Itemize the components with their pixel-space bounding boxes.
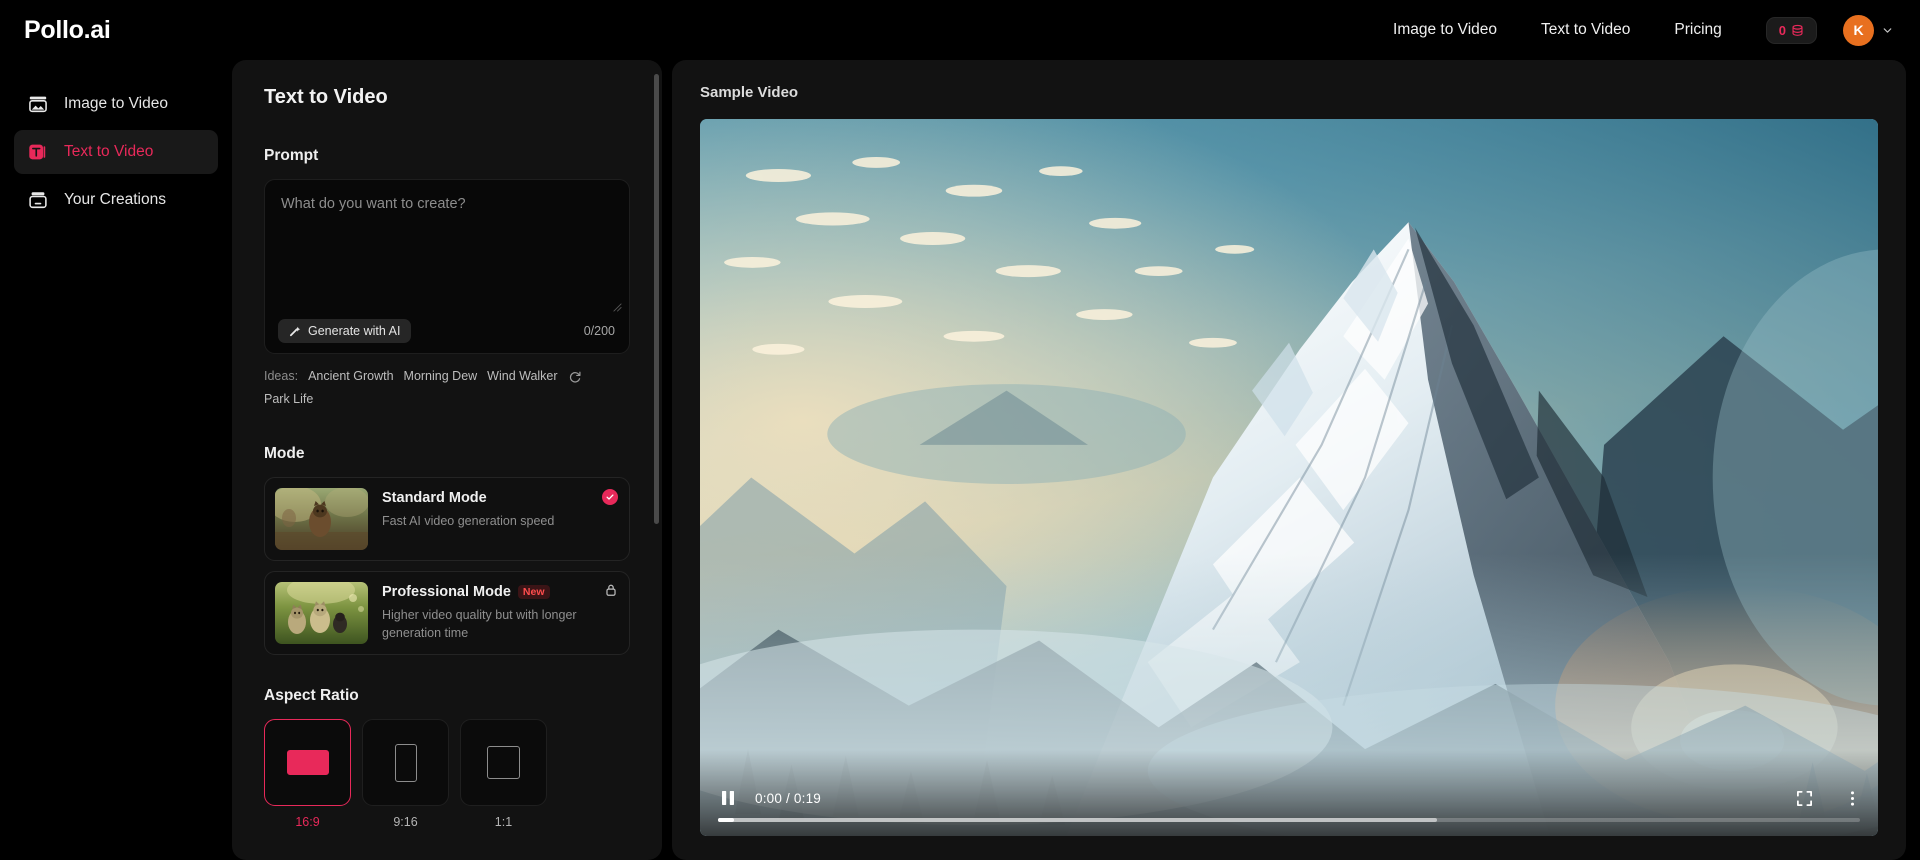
app-body: Image to Video Text to Video Your Creati… xyxy=(0,60,1920,860)
aspect-ratio-caption: 16:9 xyxy=(295,815,320,829)
more-vertical-icon[interactable] xyxy=(1845,790,1860,807)
video-scene xyxy=(700,119,1878,836)
chevron-down-icon xyxy=(1883,27,1892,33)
video-player[interactable]: 0:00 / 0:19 xyxy=(700,119,1878,836)
top-bar: Pollo.ai Image to Video Text to Video Pr… xyxy=(0,0,1920,60)
video-controls-row: 0:00 / 0:19 xyxy=(718,778,1860,818)
sidebar-item-image-to-video[interactable]: Image to Video xyxy=(14,82,218,126)
nav-text-to-video[interactable]: Text to Video xyxy=(1519,13,1652,47)
idea-chip-wind-walker[interactable]: Wind Walker xyxy=(487,365,557,388)
lock-icon xyxy=(606,584,616,596)
mode-desc-standard: Fast AI video generation speed xyxy=(382,514,555,528)
aspect-ratio-section: Aspect Ratio 16:9 9:16 1:1 xyxy=(264,687,630,829)
generate-with-ai-button[interactable]: Generate with AI xyxy=(278,319,412,343)
aspect-ratio-caption: 9:16 xyxy=(393,815,418,829)
idea-chip-morning-dew[interactable]: Morning Dew xyxy=(404,365,478,388)
nav-pricing[interactable]: Pricing xyxy=(1652,13,1743,47)
avatar: K xyxy=(1843,14,1874,46)
mode-section-label: Mode xyxy=(264,445,305,462)
mode-selected-check-icon xyxy=(602,489,618,505)
aspect-ratio-label: Aspect Ratio xyxy=(264,687,359,704)
char-counter: 0/200 xyxy=(583,324,615,338)
refresh-icon[interactable] xyxy=(568,370,582,384)
resize-handle-icon[interactable] xyxy=(613,303,622,312)
coin-icon xyxy=(1792,24,1803,36)
aspect-ratio-option-1-1[interactable]: 1:1 xyxy=(460,719,547,829)
aspect-ratio-option-9-16[interactable]: 9:16 xyxy=(362,719,449,829)
magic-wand-icon xyxy=(289,326,301,337)
video-time-display: 0:00 / 0:19 xyxy=(755,790,822,806)
prompt-section-label: Prompt xyxy=(264,147,319,164)
sidebar-label: Text to Video xyxy=(64,143,154,160)
generate-with-ai-label: Generate with AI xyxy=(308,324,401,338)
mode-new-badge: New xyxy=(517,585,550,599)
video-controls-right xyxy=(1796,790,1860,807)
idea-chip-park-life[interactable]: Park Life xyxy=(264,388,313,411)
mode-body-standard: Standard Mode Fast AI video generation s… xyxy=(382,488,619,530)
text-icon xyxy=(29,144,46,160)
aspect-ratio-caption: 1:1 xyxy=(494,815,513,829)
prompt-input[interactable]: What do you want to create? Generate wit… xyxy=(264,179,630,354)
top-navigation: Image to Video Text to Video Pricing 0 K xyxy=(1371,13,1894,47)
panel-scrollbar[interactable] xyxy=(654,74,659,524)
nav-image-to-video[interactable]: Image to Video xyxy=(1371,13,1519,47)
mode-section: Mode Standard Mode Fast AI video generat… xyxy=(264,445,630,655)
sidebar-label: Your Creations xyxy=(64,191,166,208)
mode-title-standard: Standard Mode xyxy=(382,490,487,506)
prompt-placeholder: What do you want to create? xyxy=(281,196,466,212)
mode-option-standard[interactable]: Standard Mode Fast AI video generation s… xyxy=(264,477,630,561)
app-logo[interactable]: Pollo.ai xyxy=(24,16,111,45)
sidebar-item-text-to-video[interactable]: Text to Video xyxy=(14,130,218,174)
stage-title: Sample Video xyxy=(700,84,799,101)
video-buffered-range xyxy=(718,818,1438,822)
mode-option-professional[interactable]: Professional Mode New Higher video quali… xyxy=(264,571,630,655)
idea-chip-ancient-growth[interactable]: Ancient Growth xyxy=(308,365,393,388)
creations-folder-icon xyxy=(29,192,47,209)
pause-icon[interactable] xyxy=(718,788,738,808)
video-controls: 0:00 / 0:19 xyxy=(700,750,1878,836)
fullscreen-icon[interactable] xyxy=(1796,790,1813,807)
sidebar-item-your-creations[interactable]: Your Creations xyxy=(14,178,218,222)
mode-thumbnail-standard xyxy=(275,488,368,550)
video-played-range xyxy=(718,818,734,822)
aspect-ratio-option-16-9[interactable]: 16:9 xyxy=(264,719,351,829)
user-menu[interactable]: K xyxy=(1843,14,1894,46)
config-panel: Text to Video Prompt What do you want to… xyxy=(232,60,662,860)
credits-badge[interactable]: 0 xyxy=(1765,16,1817,44)
sidebar: Image to Video Text to Video Your Creati… xyxy=(0,60,232,860)
mode-thumbnail-professional xyxy=(275,582,368,644)
video-stage: Sample Video 0:00 / 0:19 xyxy=(672,60,1906,860)
ideas-label: Ideas: xyxy=(264,369,299,383)
panel-title: Text to Video xyxy=(264,86,388,108)
video-progress-bar[interactable] xyxy=(718,818,1860,822)
ideas-row: Ideas: Ancient Growth Morning Dew Wind W… xyxy=(264,365,630,411)
image-icon xyxy=(29,96,47,113)
prompt-footer: Generate with AI 0/200 xyxy=(278,319,615,343)
mode-body-professional: Professional Mode New Higher video quali… xyxy=(382,582,619,642)
credits-count: 0 xyxy=(1778,22,1786,38)
mode-desc-professional: Higher video quality but with longer gen… xyxy=(382,608,577,640)
sidebar-label: Image to Video xyxy=(64,95,168,112)
mode-title-professional: Professional Mode xyxy=(382,584,511,600)
